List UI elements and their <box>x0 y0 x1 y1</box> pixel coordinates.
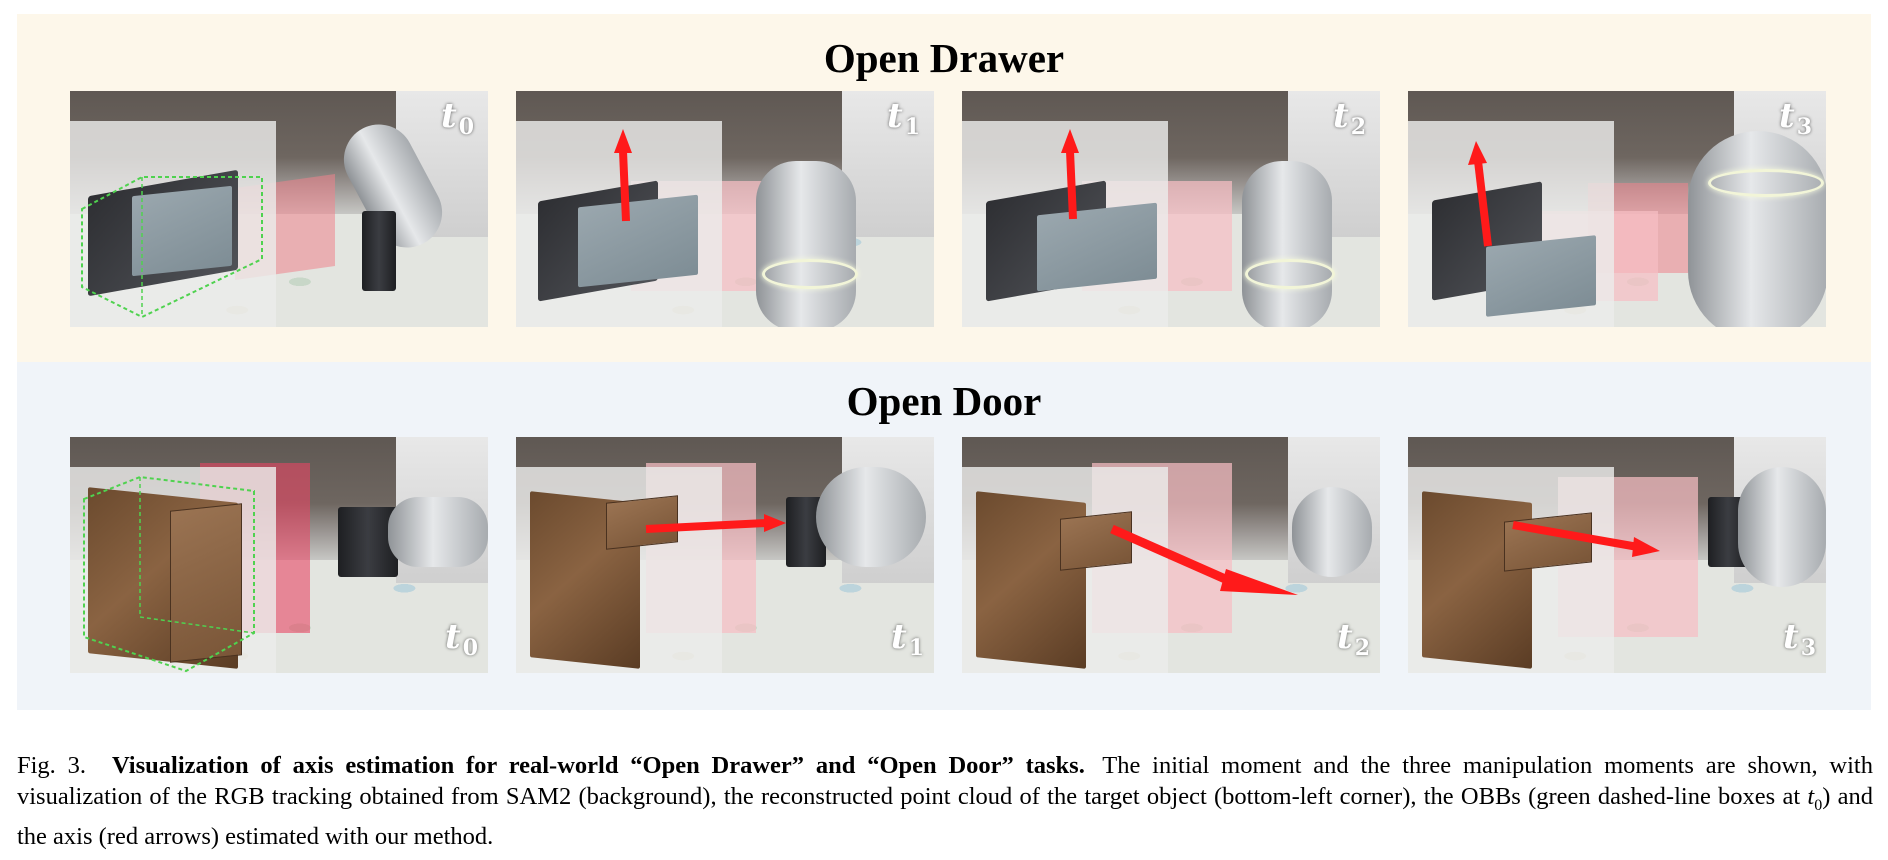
caption-title: Visualization of axis estimation for rea… <box>112 752 1085 779</box>
axis-arrow-head <box>1061 129 1079 153</box>
axis-arrow-head <box>1468 141 1487 165</box>
axis-overlay <box>1061 129 1079 220</box>
axis-overlay <box>1512 521 1660 557</box>
open-door-panel: Open Door t0 t1 t2 t3 <box>17 362 1871 710</box>
axis-arrow-shaft <box>1474 160 1492 247</box>
axis-arrow-shaft <box>1110 524 1234 587</box>
drawer-frame-t1: t1 <box>516 91 934 327</box>
time-label: t0 <box>444 617 478 661</box>
obb-edge <box>139 477 255 634</box>
obb-overlay <box>81 176 263 319</box>
axis-arrow-shaft <box>619 150 630 222</box>
axis-arrow-shaft <box>645 519 767 533</box>
caption-time-symbol: t0 <box>1807 783 1823 814</box>
panel-title: Open Door <box>846 378 1042 424</box>
obb-box <box>83 475 255 673</box>
open-drawer-panel: Open Drawer t0 t1 t2 t3 <box>17 14 1871 362</box>
figure-caption: Fig. 3. Visualization of axis estimation … <box>17 750 1873 852</box>
axis-overlay <box>1110 524 1298 595</box>
time-label: t1 <box>890 617 924 661</box>
drawer-frame-t0: t0 <box>70 91 488 327</box>
axis-arrow-head <box>764 514 786 532</box>
axis-arrow-head <box>1632 537 1660 557</box>
panel-title: Open Drawer <box>823 35 1065 81</box>
axis-arrow-shaft <box>1066 150 1077 220</box>
door-frame-t2: t2 <box>962 437 1380 673</box>
axis-overlay <box>614 129 632 222</box>
obb-box <box>81 176 263 319</box>
axis-arrow-head <box>614 129 632 153</box>
door-frame-t3: t3 <box>1408 437 1826 673</box>
time-label: t2 <box>1336 617 1370 661</box>
axis-arrow-shaft <box>1512 521 1639 551</box>
axis-arrow-head <box>1220 569 1298 595</box>
axis-overlay <box>645 514 786 533</box>
time-label: t3 <box>1782 617 1816 661</box>
axis-overlay <box>1468 141 1492 247</box>
door-frame-t1: t1 <box>516 437 934 673</box>
time-label: t3 <box>1778 96 1812 140</box>
drawer-frame-t2: t2 <box>962 91 1380 327</box>
obb-overlay <box>83 475 255 673</box>
door-frame-t0: t0 <box>70 437 488 673</box>
time-label: t2 <box>1332 96 1366 140</box>
figure-number: Fig. 3. <box>17 752 87 779</box>
drawer-frame-t3: t3 <box>1408 91 1826 327</box>
time-label: t1 <box>886 96 920 140</box>
time-label: t0 <box>440 96 474 140</box>
